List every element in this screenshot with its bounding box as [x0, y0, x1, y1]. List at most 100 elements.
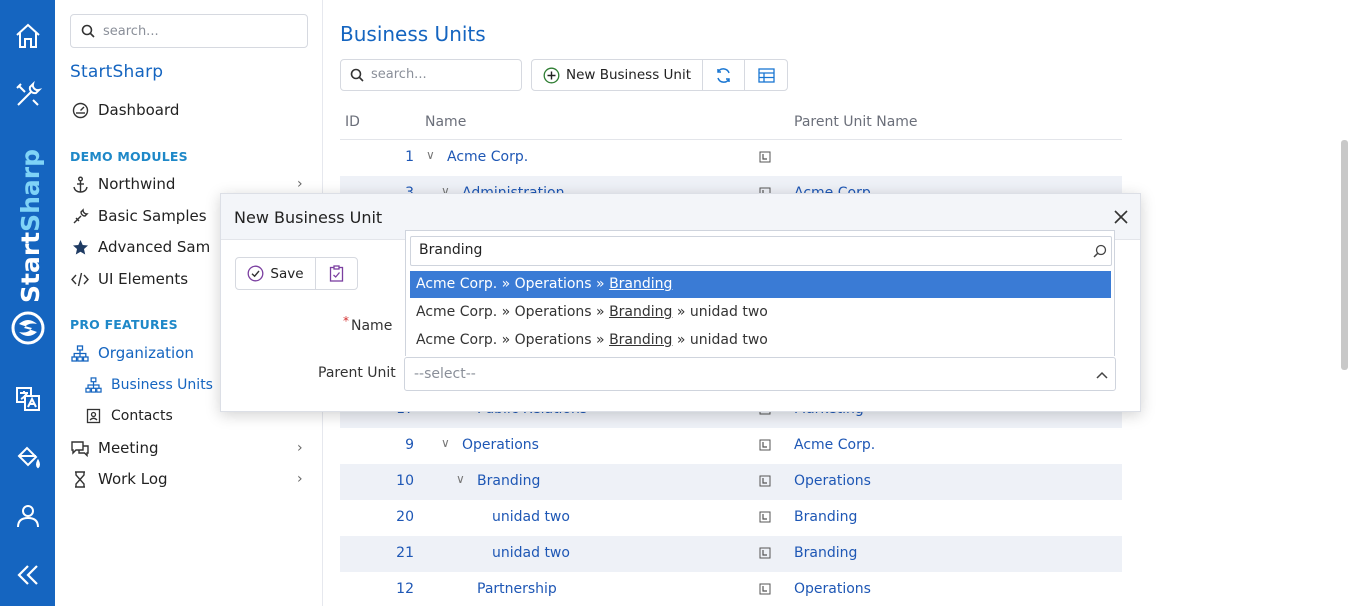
- cell-name[interactable]: Partnership: [477, 581, 557, 597]
- save-button[interactable]: Save: [236, 258, 316, 289]
- menu-item-meeting[interactable]: Meeting: [70, 436, 158, 460]
- brand-word-start: Start: [16, 232, 45, 303]
- grid-search-input[interactable]: [371, 67, 511, 82]
- cell-name[interactable]: Acme Corp.: [447, 149, 528, 165]
- column-picker-button[interactable]: [745, 60, 787, 90]
- contact-card-icon: [83, 406, 103, 426]
- menu-label: Dashboard: [98, 101, 180, 119]
- dropdown-option[interactable]: Acme Corp. » Operations » Branding: [410, 271, 1111, 298]
- sidebar-search[interactable]: [70, 14, 308, 48]
- table-row[interactable]: 10 ∨ Branding Operations: [340, 464, 1122, 500]
- refresh-button[interactable]: [703, 60, 745, 90]
- menu-item-basic-samples[interactable]: Basic Samples: [70, 204, 207, 228]
- svg-text:StartSharp: StartSharp: [16, 149, 45, 303]
- table-row[interactable]: 20 unidad two Branding: [340, 500, 1122, 536]
- cell-name[interactable]: Operations: [462, 437, 539, 453]
- parent-unit-field-label: Parent Unit: [318, 365, 396, 381]
- cell-id: 21: [396, 545, 414, 561]
- page-title: Business Units: [340, 22, 486, 46]
- hourglass-icon: [70, 469, 90, 489]
- table-row[interactable]: 12 Partnership Operations: [340, 572, 1122, 606]
- select-placeholder: --select--: [414, 366, 476, 382]
- edit-icon[interactable]: [759, 547, 771, 559]
- star-icon: [70, 237, 90, 257]
- menu-item-organization[interactable]: Organization: [70, 341, 194, 365]
- edit-icon[interactable]: [759, 151, 771, 163]
- dropdown-option[interactable]: Acme Corp. » Operations » Branding » uni…: [410, 299, 1111, 326]
- table-row[interactable]: 21 unidad two Branding: [340, 536, 1122, 572]
- button-label: Save: [270, 265, 304, 282]
- option-match: Branding: [609, 332, 673, 348]
- speedometer-icon: [70, 100, 90, 120]
- cell-parent[interactable]: Branding: [794, 545, 857, 561]
- column-header-id[interactable]: ID: [345, 114, 360, 130]
- brand-logo: StartSharp: [4, 140, 52, 355]
- tree-toggle-icon[interactable]: ∨: [441, 436, 450, 450]
- cell-name[interactable]: unidad two: [492, 545, 570, 561]
- menu-label: Northwind: [98, 175, 176, 193]
- tree-toggle-icon[interactable]: ∨: [426, 148, 435, 162]
- menu-label: Contacts: [111, 408, 173, 424]
- column-header-parent-unit-name[interactable]: Parent Unit Name: [794, 114, 918, 130]
- tree-toggle-icon[interactable]: ∨: [456, 472, 465, 486]
- menu-label: Work Log: [98, 470, 168, 488]
- menu-label: UI Elements: [98, 270, 189, 288]
- grid-search[interactable]: [340, 59, 522, 91]
- cell-id: 10: [396, 473, 414, 489]
- dropdown-search-input[interactable]: [419, 242, 1079, 258]
- brand-word-sharp: Sharp: [16, 149, 45, 232]
- dialog-title: New Business Unit: [234, 208, 383, 227]
- section-demo-modules: DEMO MODULES: [70, 149, 188, 164]
- menu-item-business-units[interactable]: Business Units: [83, 373, 213, 397]
- parent-unit-select[interactable]: --select--: [404, 357, 1116, 391]
- wrench-icon: [70, 206, 90, 226]
- apply-changes-button[interactable]: [316, 258, 357, 289]
- label-text: Name: [351, 318, 393, 334]
- menu-item-northwind[interactable]: Northwind: [70, 172, 175, 196]
- home-icon[interactable]: [12, 20, 44, 52]
- menu-item-contacts[interactable]: Contacts: [83, 404, 173, 428]
- column-header-name[interactable]: Name: [425, 114, 466, 130]
- chat-bubbles-icon: [70, 438, 90, 458]
- chevron-right-icon: ›: [297, 440, 303, 456]
- menu-item-advanced-samples[interactable]: Advanced Sam: [70, 235, 210, 259]
- close-icon[interactable]: [1111, 207, 1131, 227]
- edit-icon[interactable]: [759, 475, 771, 487]
- tools-icon[interactable]: [12, 79, 44, 111]
- refresh-icon: [717, 67, 730, 83]
- chevron-right-icon: ›: [297, 471, 303, 487]
- cell-name[interactable]: unidad two: [492, 509, 570, 525]
- check-circle-icon: [247, 265, 264, 282]
- cell-parent[interactable]: Operations: [794, 581, 871, 597]
- vertical-scrollbar[interactable]: [1341, 140, 1348, 370]
- edit-icon[interactable]: [759, 583, 771, 595]
- menu-item-dashboard[interactable]: Dashboard: [70, 98, 179, 122]
- dropdown-search[interactable]: [410, 236, 1112, 266]
- clipboard-check-icon: [329, 265, 344, 282]
- cell-name[interactable]: Branding: [477, 473, 540, 489]
- add-circle-icon: [543, 67, 560, 83]
- paint-bucket-icon[interactable]: [12, 442, 44, 474]
- table-row[interactable]: 9 ∨ Operations Acme Corp.: [340, 428, 1122, 464]
- sidebar-search-input[interactable]: [103, 22, 293, 40]
- code-icon: [70, 269, 90, 289]
- menu-item-work-log[interactable]: Work Log: [70, 467, 168, 491]
- edit-icon[interactable]: [759, 439, 771, 451]
- edit-icon[interactable]: [759, 511, 771, 523]
- cell-parent[interactable]: Operations: [794, 473, 871, 489]
- name-field-label: * Name: [343, 314, 393, 334]
- cell-parent[interactable]: Branding: [794, 509, 857, 525]
- cell-parent[interactable]: Acme Corp.: [794, 437, 875, 453]
- new-business-unit-button[interactable]: New Business Unit: [532, 60, 703, 90]
- menu-item-ui-elements[interactable]: UI Elements: [70, 267, 188, 291]
- anchor-icon: [70, 174, 90, 194]
- translate-icon[interactable]: [12, 383, 44, 415]
- table-row[interactable]: 1 ∨ Acme Corp.: [340, 140, 1122, 176]
- sitemap-icon: [83, 375, 103, 395]
- cell-id: 9: [405, 437, 414, 453]
- collapse-sidebar-icon[interactable]: [12, 559, 44, 591]
- required-marker: *: [343, 314, 349, 328]
- dropdown-option[interactable]: Acme Corp. » Operations » Branding » uni…: [410, 327, 1111, 354]
- chevron-up-icon: [1096, 371, 1108, 379]
- user-icon[interactable]: [12, 500, 44, 532]
